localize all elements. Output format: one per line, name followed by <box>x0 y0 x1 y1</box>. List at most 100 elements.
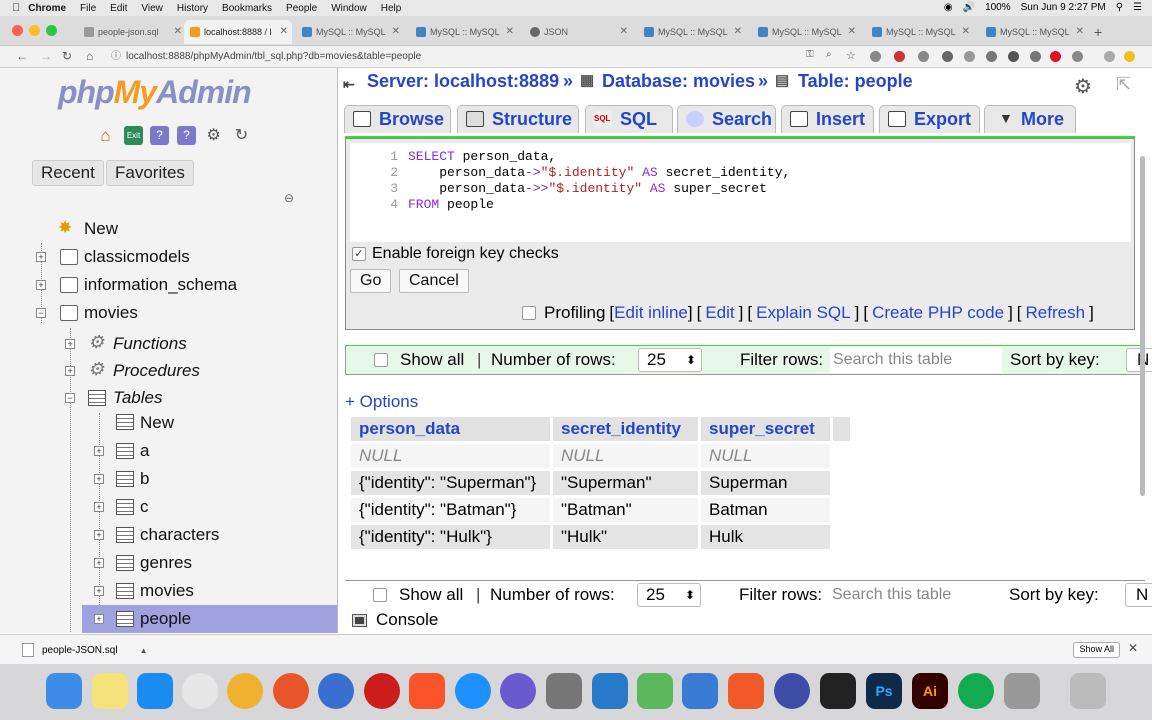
close-tab-icon[interactable]: ✕ <box>848 26 856 37</box>
night-icon[interactable] <box>774 673 810 709</box>
favorites-button[interactable]: Favorites <box>106 160 194 186</box>
mongodb-icon[interactable] <box>958 673 994 709</box>
safari-icon[interactable] <box>455 673 491 709</box>
menu-edit[interactable]: Edit <box>110 3 127 14</box>
tree-db-classicmodels[interactable]: + classicmodels <box>0 243 337 271</box>
chevron-up-icon[interactable]: ▲ <box>140 646 148 655</box>
close-tab-icon[interactable]: ✕ <box>734 26 742 37</box>
battery-percent[interactable]: 100% <box>985 2 1011 13</box>
wifi-icon[interactable]: ◉ <box>944 2 953 13</box>
phpmyadmin-logo[interactable]: phpMyAdmin <box>58 74 252 111</box>
vscode-icon[interactable] <box>592 673 628 709</box>
explain-sql-link[interactable]: Explain SQL <box>756 303 851 323</box>
chrome-menu-icon[interactable] <box>1124 51 1135 62</box>
browser-tab[interactable]: MySQL :: MySQL ✕ <box>980 20 1088 44</box>
browser-tab[interactable]: MySQL :: MySQL ✕ <box>296 20 404 44</box>
breadcrumb-table[interactable]: Table: people <box>798 71 913 92</box>
extension-icon[interactable] <box>986 51 997 62</box>
tree-table-c[interactable]: + c <box>0 493 337 521</box>
expand-icon[interactable]: + <box>65 366 75 376</box>
expand-icon[interactable]: + <box>36 252 46 262</box>
chrome-canary-icon[interactable] <box>227 673 263 709</box>
clock[interactable]: Sun Jun 9 2:27 PM <box>1021 2 1106 13</box>
close-tab-icon[interactable]: ✕ <box>392 26 400 37</box>
cell[interactable]: Superman <box>701 471 830 495</box>
browser-tab[interactable]: MySQL :: MySQL ✕ <box>638 20 746 44</box>
firefox-icon[interactable] <box>273 673 309 709</box>
expand-icon[interactable]: + <box>94 502 104 512</box>
docs-icon[interactable]: ? <box>177 126 196 145</box>
close-downloads-icon[interactable]: ✕ <box>1128 641 1138 655</box>
menu-window[interactable]: Window <box>331 3 367 14</box>
tree-table-b[interactable]: + b <box>0 465 337 493</box>
notification-center-icon[interactable]: ☰ <box>1133 2 1142 13</box>
tree-tables[interactable]: − Tables <box>0 384 337 412</box>
browser-tab[interactable]: MySQL :: MySQL ✕ <box>752 20 860 44</box>
download-item[interactable]: people-JSON.sql ▲ <box>8 641 158 659</box>
profile-avatar[interactable] <box>1104 51 1115 62</box>
logout-icon[interactable]: Exit <box>124 126 143 145</box>
close-window-icon[interactable] <box>12 25 23 36</box>
cell[interactable]: {"identity": "Superman"} <box>351 471 550 495</box>
apple-icon[interactable]:  <box>12 2 20 14</box>
table-row[interactable]: {"identity": "Batman"} "Batman" Batman <box>351 498 850 522</box>
tree-new-database[interactable]: ✸ New <box>0 215 337 243</box>
breadcrumb-database[interactable]: Database: movies <box>602 71 755 92</box>
notes-icon[interactable] <box>92 673 128 709</box>
collapse-top-icon[interactable]: ⇱ <box>1116 74 1131 95</box>
chrome-icon[interactable] <box>182 673 218 709</box>
show-all-checkbox[interactable] <box>373 588 387 602</box>
pinterest-icon[interactable] <box>1050 51 1061 62</box>
tree-db-movies[interactable]: − movies <box>0 299 337 327</box>
link-collapse-icon[interactable]: ⊖ <box>284 191 294 205</box>
cell[interactable]: NULL <box>351 444 550 468</box>
extension-icon[interactable] <box>942 51 953 62</box>
close-tab-icon[interactable]: ✕ <box>962 26 970 37</box>
expand-icon[interactable]: + <box>94 530 104 540</box>
cell[interactable]: {"identity": "Batman"} <box>351 498 550 522</box>
volume-icon[interactable]: 🔊 <box>963 2 975 13</box>
terminal-icon[interactable] <box>820 673 856 709</box>
tab-more[interactable]: ▼ More <box>984 105 1076 133</box>
zoom-icon[interactable]: ⌕ <box>826 49 832 60</box>
collapse-panel-icon[interactable]: ⇤ <box>343 76 355 93</box>
expand-icon[interactable]: + <box>94 586 104 596</box>
cell[interactable]: Batman <box>701 498 830 522</box>
tree-table-movies[interactable]: + movies <box>0 577 337 605</box>
opera-icon[interactable] <box>364 673 400 709</box>
options-toggle[interactable]: + Options <box>345 392 418 412</box>
brave-icon[interactable] <box>409 673 445 709</box>
tab-insert[interactable]: Insert <box>781 105 874 133</box>
browser-tab[interactable]: people-json.sql ✕ <box>78 20 186 44</box>
extension-icon[interactable] <box>1030 51 1041 62</box>
refresh-link[interactable]: Refresh <box>1026 303 1086 323</box>
profiling-checkbox[interactable] <box>522 306 536 320</box>
menu-file[interactable]: File <box>80 3 96 14</box>
cell[interactable]: NULL <box>553 444 698 468</box>
tab-browse[interactable]: Browse <box>344 105 451 133</box>
menu-app-name[interactable]: Chrome <box>28 3 66 14</box>
extension-icon[interactable] <box>964 51 975 62</box>
close-tab-icon[interactable]: ✕ <box>280 26 288 37</box>
expand-icon[interactable]: + <box>65 339 75 349</box>
rows-select[interactable]: 25 ⬍ <box>638 348 702 372</box>
expand-icon[interactable]: + <box>94 558 104 568</box>
tree-functions[interactable]: + ⚙ Functions <box>0 330 337 358</box>
edit-inline-link[interactable]: Edit inline <box>614 303 688 323</box>
reload-icon[interactable]: ↻ <box>62 49 72 63</box>
table-row[interactable]: {"identity": "Hulk"} "Hulk" Hulk <box>351 525 850 549</box>
collapse-icon[interactable]: − <box>65 393 75 403</box>
xcode-icon[interactable] <box>682 673 718 709</box>
column-header[interactable]: person_data <box>351 417 550 441</box>
minimize-window-icon[interactable] <box>29 25 40 36</box>
close-tab-icon[interactable]: ✕ <box>620 26 628 37</box>
cell[interactable]: NULL <box>701 444 830 468</box>
extension-icon[interactable] <box>1072 51 1083 62</box>
show-all-checkbox[interactable] <box>374 353 388 367</box>
tree-table-a[interactable]: + a <box>0 437 337 465</box>
tab-search[interactable]: Search <box>677 105 776 133</box>
column-header[interactable]: super_secret <box>701 417 830 441</box>
git-icon[interactable] <box>637 673 673 709</box>
scrollbar-thumb[interactable] <box>1140 156 1145 496</box>
menu-help[interactable]: Help <box>381 3 402 14</box>
